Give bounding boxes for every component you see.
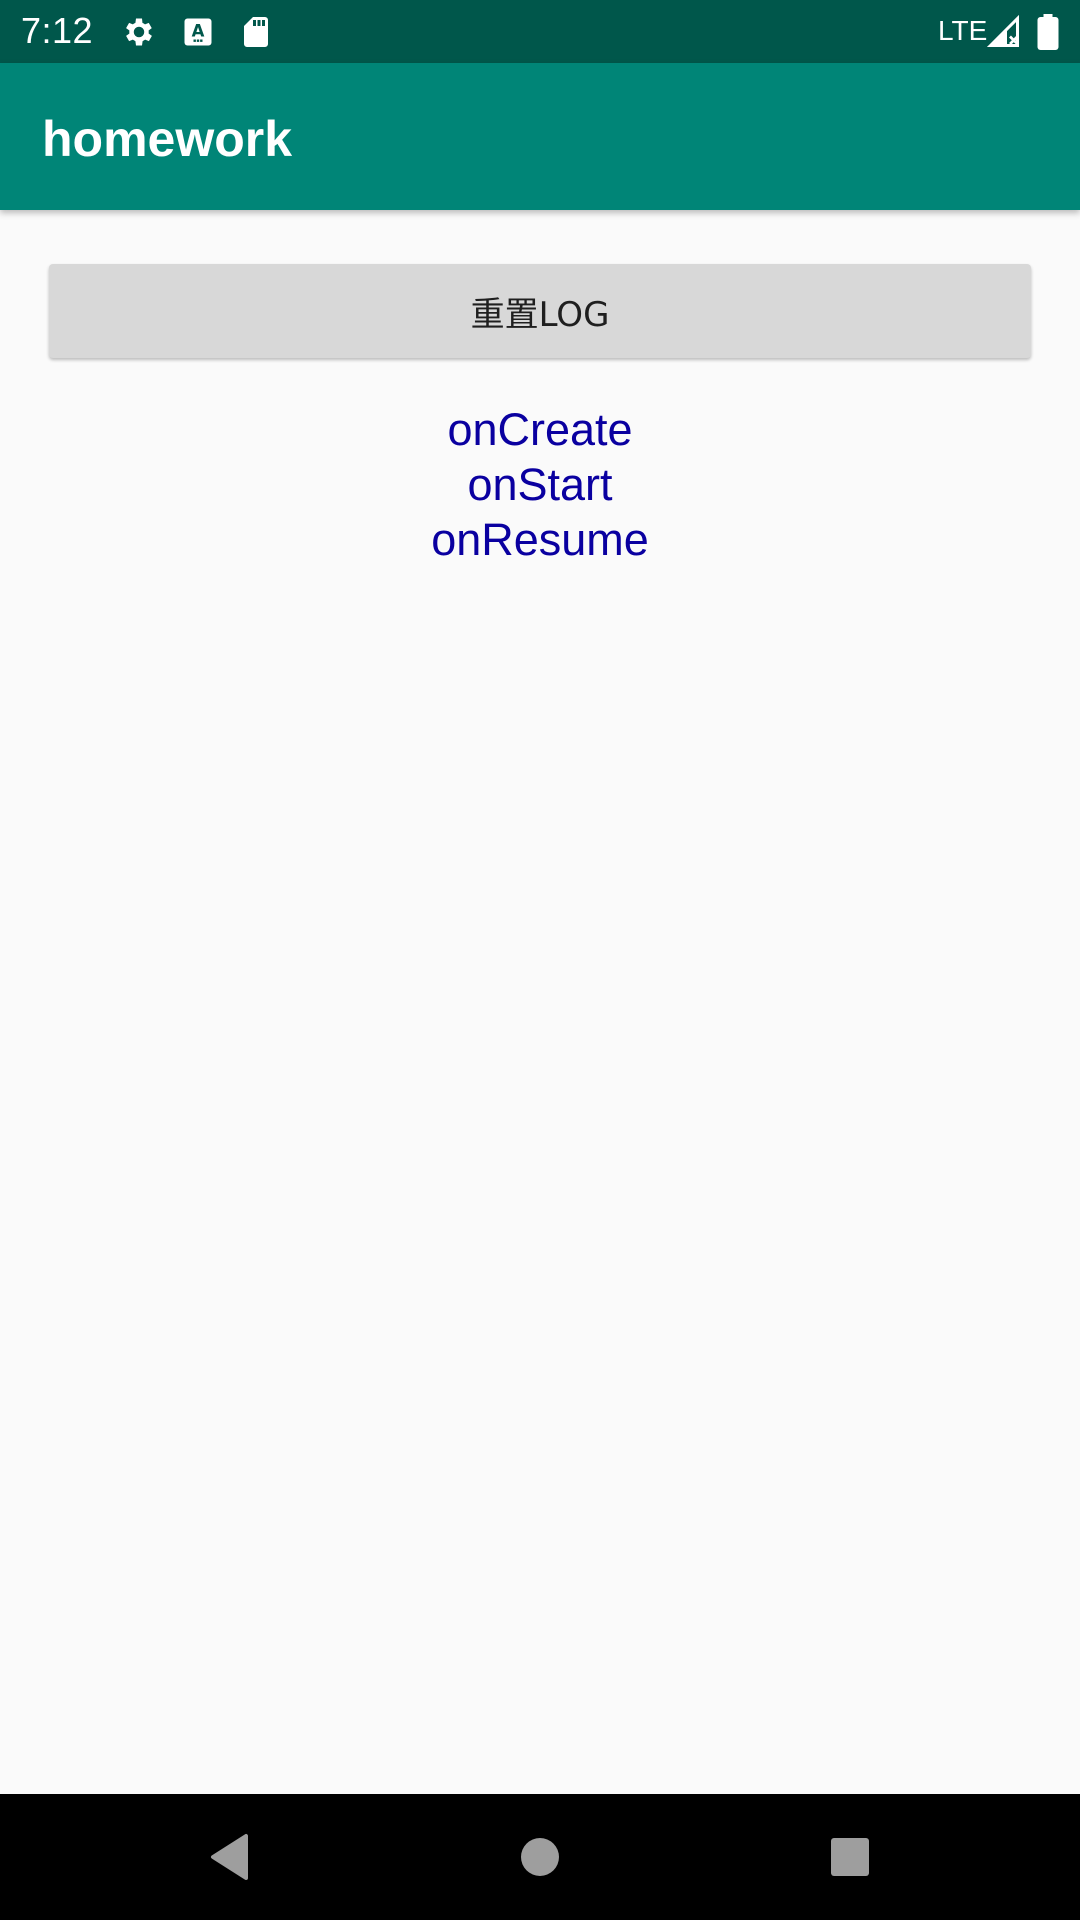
settings-gear-icon (126, 18, 152, 46)
network-type: LTE (938, 15, 988, 46)
accessibility-text-icon: A (184, 18, 212, 46)
app-bar: homework (0, 63, 1080, 210)
log-line: onStart (467, 459, 613, 510)
back-icon[interactable] (204, 1827, 264, 1887)
navigation-bar (0, 1794, 1080, 1920)
signal-icon (986, 14, 1019, 47)
app-title: homework (42, 111, 293, 167)
log-line: onCreate (447, 404, 633, 455)
status-bar: 7:12 A LTE (0, 0, 1080, 63)
home-icon[interactable] (510, 1827, 570, 1887)
svg-text:A: A (192, 22, 205, 41)
sd-card-icon (244, 17, 268, 47)
recents-icon[interactable] (820, 1827, 880, 1887)
status-time: 7:12 (21, 10, 94, 51)
battery-icon (1037, 14, 1059, 50)
log-line: onResume (431, 514, 649, 565)
reset-log-button[interactable]: 重置LOG (49, 264, 1031, 358)
log-output: onCreate onStart onResume (0, 402, 1080, 567)
